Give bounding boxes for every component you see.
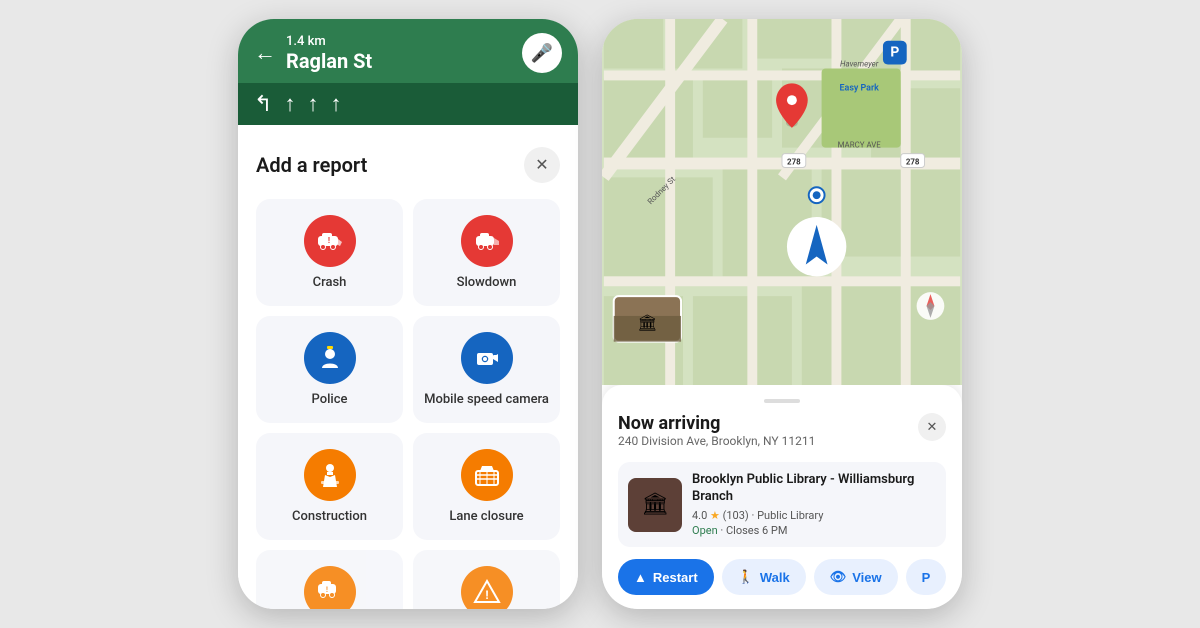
police-icon — [304, 332, 356, 384]
police-label: Police — [312, 392, 348, 407]
closing-time: · Closes 6 PM — [720, 524, 787, 537]
open-status: Open — [692, 524, 718, 537]
report-modal: Add a report ✕ ! — [238, 129, 578, 609]
construction-label: Construction — [292, 509, 367, 524]
report-item-slowdown[interactable]: Slowdown — [413, 199, 560, 306]
report-grid: ! Crash — [256, 199, 560, 609]
nav-mic-button[interactable]: 🎤 — [522, 33, 562, 73]
report-item-hazard[interactable]: ! Hazard — [256, 550, 403, 609]
action-buttons: ▲ Restart 🚶 Walk 👁 View P — [618, 559, 946, 595]
hazard-icon: ! — [304, 566, 356, 609]
svg-text:!: ! — [326, 586, 328, 594]
slowdown-icon — [461, 215, 513, 267]
arriving-address: 240 Division Ave, Brooklyn, NY 11211 — [618, 434, 815, 448]
left-phone: ← 1.4 km Raglan St 🎤 ↰ ↑ ↑ ↑ Add a repor… — [238, 19, 578, 609]
arriving-close-button[interactable]: ✕ — [918, 413, 946, 441]
card-handle — [764, 399, 800, 403]
svg-text:P: P — [890, 45, 899, 61]
svg-text:278: 278 — [787, 157, 801, 166]
turn-up-arrow1: ↑ — [284, 91, 295, 117]
place-info: Brooklyn Public Library - Williamsburg B… — [692, 472, 936, 537]
place-name: Brooklyn Public Library - Williamsburg B… — [692, 472, 936, 506]
place-status: Open · Closes 6 PM — [692, 524, 936, 537]
arriving-title: Now arriving — [618, 413, 815, 434]
svg-text:!: ! — [485, 588, 488, 602]
report-item-crash[interactable]: ! Crash — [256, 199, 403, 306]
lane-closure-label: Lane closure — [449, 509, 523, 524]
nav-bar: ← 1.4 km Raglan St 🎤 — [238, 19, 578, 83]
speed-camera-label: Mobile speed camera — [424, 392, 549, 407]
nav-distance: 1.4 km — [286, 34, 512, 49]
place-card: 🏛 Brooklyn Public Library - Williamsburg… — [618, 462, 946, 547]
map-area[interactable]: 278 278 Havemeyer MARCY AVE Rodney St P … — [602, 19, 962, 385]
svg-text:!: ! — [327, 236, 329, 245]
view-button[interactable]: 👁 View — [814, 559, 898, 595]
lane-closure-icon — [461, 449, 513, 501]
arriving-header: Now arriving 240 Division Ave, Brooklyn,… — [618, 413, 946, 458]
right-phone: 278 278 Havemeyer MARCY AVE Rodney St P … — [602, 19, 962, 609]
slowdown-label: Slowdown — [457, 275, 517, 290]
report-item-lane-closure[interactable]: Lane closure — [413, 433, 560, 540]
svg-text:Havemeyer: Havemeyer — [840, 60, 879, 69]
rating-value: 4.0 — [692, 509, 707, 522]
report-item-speed-camera[interactable]: Mobile speed camera — [413, 316, 560, 423]
construction-icon — [304, 449, 356, 501]
crash-label: Crash — [313, 275, 347, 290]
modal-close-button[interactable]: ✕ — [524, 147, 560, 183]
view-icon: 👁 — [830, 569, 847, 585]
review-count: (103) — [723, 509, 749, 522]
nav-street: Raglan St — [286, 49, 512, 73]
svg-text:MARCY AVE: MARCY AVE — [838, 141, 882, 150]
main-container: ← 1.4 km Raglan St 🎤 ↰ ↑ ↑ ↑ Add a repor… — [0, 0, 1200, 628]
view-label: View — [852, 570, 881, 585]
modal-title: Add a report — [256, 153, 367, 177]
modal-header: Add a report ✕ — [256, 147, 560, 183]
turn-left-arrow: ↰ — [254, 92, 272, 117]
svg-text:🏛: 🏛 — [637, 313, 657, 332]
park-button[interactable]: P — [906, 559, 947, 595]
svg-text:Easy Park: Easy Park — [840, 83, 880, 93]
walk-button[interactable]: 🚶 Walk — [722, 559, 806, 595]
turn-up-arrow2: ↑ — [307, 91, 318, 117]
place-rating: 4.0 ★ (103) · Public Library — [692, 509, 936, 522]
restart-icon: ▲ — [634, 570, 647, 585]
star-icon: ★ — [710, 509, 720, 522]
map-canvas: 278 278 Havemeyer MARCY AVE Rodney St P … — [602, 19, 962, 385]
restart-label: Restart — [653, 570, 698, 585]
park-label: P — [922, 570, 931, 585]
walk-label: Walk — [760, 570, 790, 585]
arriving-text-block: Now arriving 240 Division Ave, Brooklyn,… — [618, 413, 815, 458]
place-category: Public Library — [757, 509, 823, 522]
turn-up-arrow3: ↑ — [330, 91, 341, 117]
report-item-speed-trap[interactable]: ! Speed trap — [413, 550, 560, 609]
crash-icon: ! — [304, 215, 356, 267]
walk-icon: 🚶 — [738, 569, 754, 585]
speed-camera-icon — [461, 332, 513, 384]
nav-info: 1.4 km Raglan St — [286, 34, 512, 73]
report-item-construction[interactable]: Construction — [256, 433, 403, 540]
arriving-card: Now arriving 240 Division Ave, Brooklyn,… — [602, 385, 962, 609]
nav-back-arrow: ← — [254, 40, 276, 66]
turn-arrows-bar: ↰ ↑ ↑ ↑ — [238, 83, 578, 125]
svg-text:278: 278 — [906, 157, 920, 166]
place-thumbnail: 🏛 — [628, 478, 682, 532]
restart-button[interactable]: ▲ Restart — [618, 559, 714, 595]
report-item-police[interactable]: Police — [256, 316, 403, 423]
speed-trap-icon: ! — [461, 566, 513, 609]
